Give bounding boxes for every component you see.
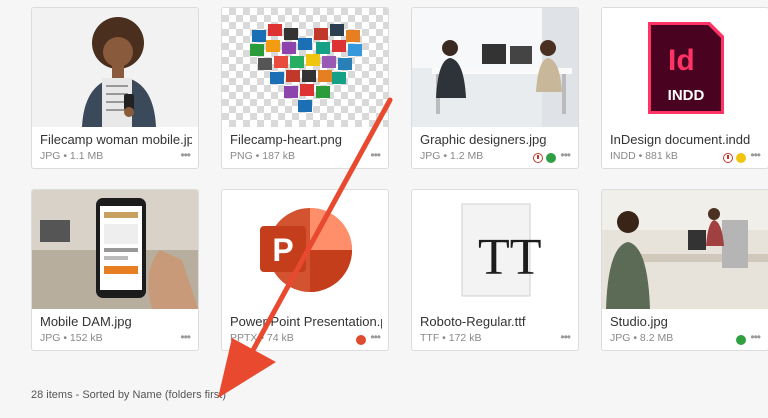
file-name[interactable]: Roboto-Regular.ttf [420, 314, 572, 329]
file-meta: JPG • 152 kB [40, 332, 103, 344]
more-options-icon[interactable]: ••• [370, 330, 381, 344]
file-thumbnail: TT [412, 190, 578, 309]
more-options-icon[interactable]: ••• [560, 330, 571, 344]
font-preview-letter: TT [478, 229, 542, 286]
file-thumbnail: P [222, 190, 388, 309]
clock-icon [723, 153, 733, 163]
file-thumbnail [32, 8, 198, 127]
file-thumbnail [222, 8, 388, 127]
file-thumbnail [602, 190, 768, 309]
file-name[interactable]: Mobile DAM.jpg [40, 314, 192, 329]
more-options-icon[interactable]: ••• [750, 330, 761, 344]
more-options-icon[interactable]: ••• [750, 148, 761, 162]
file-meta: JPG • 8.2 MB [610, 332, 674, 344]
more-options-icon[interactable]: ••• [560, 148, 571, 162]
file-name[interactable]: Studio.jpg [610, 314, 762, 329]
indesign-icon-ext: INDD [668, 87, 705, 104]
file-name[interactable]: Power Point Presentation.pptx [230, 314, 382, 329]
file-grid: Filecamp woman mobile.jpg JPG • 1.1 MB •… [0, 0, 768, 418]
file-name[interactable]: InDesign document.indd [610, 132, 762, 147]
status-dot [546, 153, 556, 163]
file-name[interactable]: Filecamp woman mobile.jpg [40, 132, 192, 147]
file-meta: JPG • 1.1 MB [40, 150, 104, 162]
more-options-icon[interactable]: ••• [370, 148, 381, 162]
file-thumbnail [412, 8, 578, 127]
file-meta: PPTX • 74 kB [230, 332, 294, 344]
file-card[interactable]: Id INDD InDesign document.indd INDD • 88… [601, 7, 768, 169]
file-name[interactable]: Graphic designers.jpg [420, 132, 572, 147]
more-options-icon[interactable]: ••• [180, 148, 191, 162]
item-count-status: 28 items - Sorted by Name (folders first… [31, 389, 227, 401]
status-dot [736, 153, 746, 163]
file-card[interactable]: Mobile DAM.jpg JPG • 152 kB ••• [31, 189, 199, 351]
file-thumbnail: Id INDD [602, 8, 768, 127]
status-dot [356, 335, 366, 345]
file-meta: INDD • 881 kB [610, 150, 678, 162]
powerpoint-file-icon: P [260, 208, 352, 292]
file-meta: JPG • 1.2 MB [420, 150, 484, 162]
file-card[interactable]: Studio.jpg JPG • 8.2 MB ••• [601, 189, 768, 351]
clock-icon [533, 153, 543, 163]
svg-text:P: P [272, 232, 293, 268]
more-options-icon[interactable]: ••• [180, 330, 191, 344]
file-meta: PNG • 187 kB [230, 150, 295, 162]
file-card[interactable]: Filecamp-heart.png PNG • 187 kB ••• [221, 7, 389, 169]
indesign-icon-letters: Id [668, 44, 695, 77]
file-card[interactable]: P Power Point Presentation.pptx PPTX • 7… [221, 189, 389, 351]
file-thumbnail [32, 190, 198, 309]
file-card[interactable]: TT Roboto-Regular.ttf TTF • 172 kB ••• [411, 189, 579, 351]
file-card[interactable]: Graphic designers.jpg JPG • 1.2 MB ••• [411, 7, 579, 169]
indesign-file-icon: Id INDD [648, 22, 724, 114]
file-card[interactable]: Filecamp woman mobile.jpg JPG • 1.1 MB •… [31, 7, 199, 169]
file-meta: TTF • 172 kB [420, 332, 482, 344]
status-dot [736, 335, 746, 345]
file-name[interactable]: Filecamp-heart.png [230, 132, 382, 147]
font-file-icon: TT [461, 203, 542, 297]
